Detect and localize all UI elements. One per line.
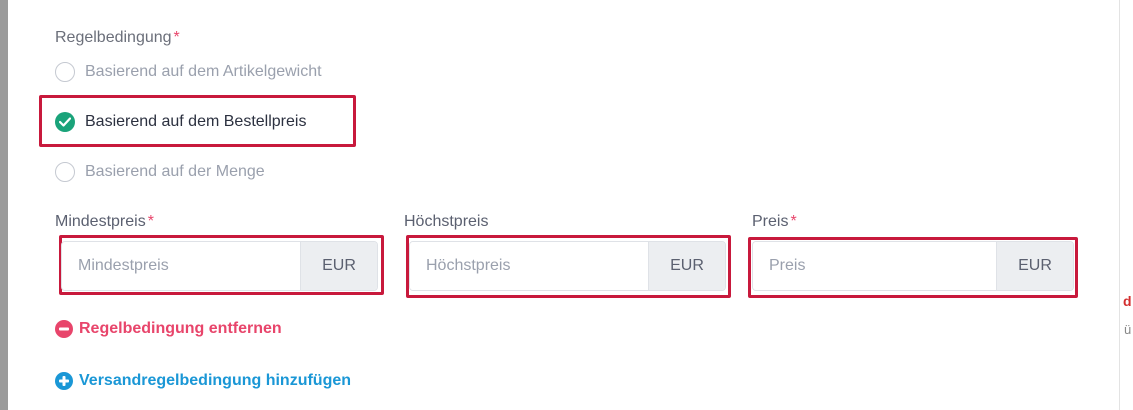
plus-circle-icon — [55, 372, 73, 390]
adjacent-fragment-red: d — [1123, 293, 1132, 309]
price-label: Preis * — [752, 213, 797, 230]
min-price-input[interactable] — [62, 242, 300, 290]
radio-label: Basierend auf der Menge — [85, 163, 265, 180]
radio-unchecked-icon[interactable] — [55, 62, 75, 82]
radio-unchecked-icon[interactable] — [55, 162, 75, 182]
radio-checked-icon[interactable] — [55, 112, 75, 132]
min-price-label: Mindestpreis * — [55, 213, 154, 230]
adjacent-fragment-grey: ü — [1124, 322, 1132, 337]
required-mark: * — [147, 213, 154, 230]
radio-label: Basierend auf dem Artikelgewicht — [85, 63, 322, 80]
minus-circle-icon — [55, 320, 73, 338]
rule-condition-label: Regelbedingung * — [55, 29, 180, 46]
price-input[interactable] — [753, 242, 996, 290]
min-price-input-group: EUR — [61, 241, 378, 291]
adjacent-panel-edge: d ü — [1119, 0, 1133, 410]
add-condition-label: Versandregelbedingung hinzufügen — [79, 372, 352, 389]
max-price-label: Höchstpreis — [404, 213, 489, 230]
required-mark: * — [790, 213, 797, 230]
price-input-group: EUR — [752, 241, 1074, 291]
required-mark: * — [173, 29, 180, 46]
radio-option-article-weight[interactable]: Basierend auf dem Artikelgewicht — [55, 62, 322, 82]
currency-addon: EUR — [300, 242, 377, 290]
add-condition-link[interactable]: Versandregelbedingung hinzufügen — [55, 372, 351, 390]
currency-addon: EUR — [648, 242, 725, 290]
radio-label: Basierend auf dem Bestellpreis — [85, 113, 307, 130]
max-price-input-group: EUR — [409, 241, 726, 291]
radio-option-order-price[interactable]: Basierend auf dem Bestellpreis — [55, 112, 306, 132]
max-price-input[interactable] — [410, 242, 648, 290]
radio-option-quantity[interactable]: Basierend auf der Menge — [55, 162, 265, 182]
remove-condition-label: Regelbedingung entfernen — [79, 320, 282, 337]
remove-condition-link[interactable]: Regelbedingung entfernen — [55, 320, 282, 338]
currency-addon: EUR — [996, 242, 1073, 290]
